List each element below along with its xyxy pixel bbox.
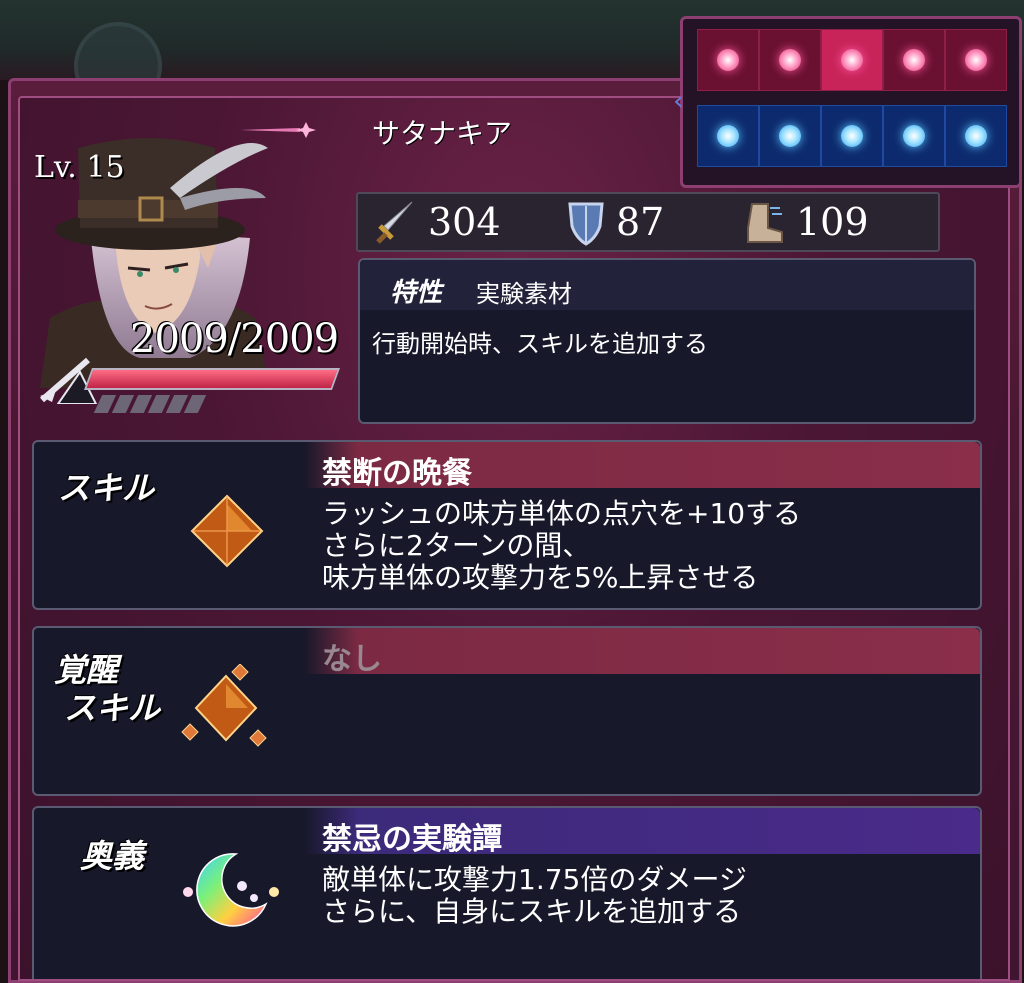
boot-icon [747, 203, 783, 243]
ultimate-description: 敵単体に攻撃力1.75倍のダメージ さらに、自身にスキルを追加する [322, 863, 747, 928]
trait-label: 特性 [390, 278, 443, 308]
slot-blue[interactable] [697, 105, 759, 167]
slot-blue[interactable] [945, 105, 1007, 167]
rank-stripes [93, 395, 207, 413]
skill-label: スキル [58, 469, 155, 507]
speed-stat: 109 [742, 198, 869, 246]
blue-orb-icon [903, 125, 925, 147]
character-name: サタナキア [372, 117, 513, 150]
slot-pink[interactable] [883, 29, 945, 91]
slot-panel: ‹ [673, 16, 1022, 188]
slot-pink-highlighted[interactable] [821, 29, 883, 91]
defense-value: 87 [616, 200, 665, 244]
slot-pink[interactable] [945, 29, 1007, 91]
crescent-moon-icon [183, 853, 279, 927]
pink-orb-icon [779, 49, 801, 71]
trait-panel: 特性 実験素材 行動開始時、スキルを追加する [358, 258, 976, 424]
hp-bar-fill [86, 370, 338, 388]
speed-value: 109 [796, 200, 869, 244]
awakened-skill-panel[interactable]: 覚醒 スキル なし [32, 626, 982, 796]
crystal-cluster-icon [181, 664, 267, 747]
blue-slot-row [697, 105, 1007, 167]
slot-blue[interactable] [883, 105, 945, 167]
slot-blue[interactable] [759, 105, 821, 167]
pink-slot-row [697, 29, 1007, 91]
defense-stat: 87 [566, 198, 664, 246]
slot-pink[interactable] [759, 29, 821, 91]
blue-orb-icon [717, 125, 739, 147]
trait-header: 特性 実験素材 [360, 260, 974, 310]
pink-orb-icon [903, 49, 925, 71]
attack-stat: 304 [374, 198, 501, 246]
awakened-skill-title: なし [322, 642, 382, 677]
slot-blue[interactable] [821, 105, 883, 167]
trait-name: 実験素材 [476, 280, 572, 308]
blue-orb-icon [779, 125, 801, 147]
crystal-icon [190, 494, 264, 568]
sparkle-deco-icon [240, 122, 316, 138]
awakened-label-line2: スキル [64, 689, 161, 727]
blue-orb-icon [841, 125, 863, 147]
hp-bar [83, 368, 341, 390]
pink-orb-icon [717, 49, 739, 71]
blue-orb-icon [965, 125, 987, 147]
level-label: Lv. 15 [34, 150, 125, 185]
pink-orb-icon [841, 49, 863, 71]
shield-icon [568, 202, 604, 246]
skill-panel[interactable]: スキル 禁断の晩餐 ラッシュの味方単体の点穴を+10する さらに2ターンの間、 … [32, 440, 982, 610]
skill-title: 禁断の晩餐 [322, 456, 472, 491]
stats-bar: 304 87 109 [356, 192, 940, 252]
hp-value: 2009/2009 [130, 316, 339, 362]
awakened-label-line1: 覚醒 [54, 651, 119, 689]
sword-icon [376, 201, 413, 244]
trait-description: 行動開始時、スキルを追加する [372, 330, 708, 358]
attack-value: 304 [428, 200, 501, 244]
skill-description: ラッシュの味方単体の点穴を+10する さらに2ターンの間、 味方単体の攻撃力を5… [322, 497, 802, 594]
ultimate-panel[interactable]: 奥義 禁忌の実験譚 敵単体に攻撃力1.75倍のダメージ さらに、自身にスキルを追… [32, 806, 982, 979]
chevron-left-icon[interactable]: ‹ [673, 81, 689, 121]
ultimate-label: 奥義 [80, 837, 145, 875]
awakened-skill-header [304, 628, 980, 674]
pink-orb-icon [965, 49, 987, 71]
ultimate-title: 禁忌の実験譚 [322, 822, 502, 857]
slot-pink[interactable] [697, 29, 759, 91]
